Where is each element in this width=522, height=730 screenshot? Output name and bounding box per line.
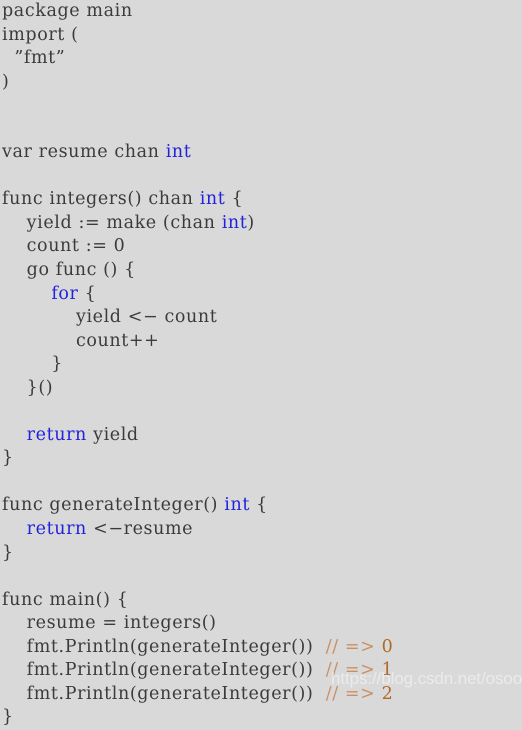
- code-lines-container: package main import ( ”fmt”) var resume c…: [0, 0, 522, 730]
- code-line: var resume chan int: [0, 141, 522, 165]
- code-line: }: [0, 706, 522, 730]
- code-token-plain: <−resume: [86, 519, 194, 540]
- code-line: return yield: [0, 424, 522, 448]
- code-token-plain: {: [249, 495, 268, 516]
- code-line: yield := make (chan int): [0, 212, 522, 236]
- code-token-cmt: // =>: [325, 660, 382, 681]
- code-token-plain: func integers() chan: [2, 189, 200, 210]
- code-token-plain: fmt.Println(generateInteger()): [2, 660, 326, 681]
- code-line: fmt.Println(generateInteger()) // => 2: [0, 683, 522, 707]
- code-token-kw: for: [51, 283, 79, 304]
- code-token-cmt: // =>: [325, 636, 382, 657]
- code-token-kw: return: [26, 424, 87, 445]
- code-token-plain: yield: [86, 424, 139, 445]
- code-token-cmtnum: 0: [381, 636, 394, 657]
- code-line: ”fmt”: [0, 47, 522, 71]
- code-line: go func () {: [0, 259, 522, 283]
- code-token-cmt: // =>: [325, 683, 382, 704]
- code-token-cmtnum: 2: [381, 683, 394, 704]
- code-line: count := 0: [0, 235, 522, 259]
- code-token-plain: fmt.Println(generateInteger()): [2, 636, 326, 657]
- code-token-cmtnum: 1: [381, 660, 394, 681]
- code-line: }(): [0, 377, 522, 401]
- code-token-plain: yield := make (chan: [2, 212, 222, 233]
- code-token-plain: count++: [2, 330, 160, 351]
- code-token-plain: package main: [2, 1, 133, 21]
- code-token-kw: int: [199, 189, 226, 210]
- code-token-kw: int: [221, 212, 248, 233]
- code-line: package main: [0, 0, 522, 24]
- code-token-plain: }(): [2, 377, 54, 398]
- code-token-plain: func generateInteger(): [2, 495, 225, 516]
- code-token-str: ”fmt”: [2, 48, 66, 69]
- code-line: import (: [0, 24, 522, 48]
- code-token-plain: fmt.Println(generateInteger()): [2, 683, 326, 704]
- code-token-plain: {: [225, 189, 244, 210]
- code-token-kw: return: [26, 519, 87, 540]
- code-token-plain: var resume chan: [2, 142, 166, 163]
- code-line: func generateInteger() int {: [0, 494, 522, 518]
- code-token-plain: resume = integers(): [2, 613, 217, 634]
- code-line: ): [0, 71, 522, 95]
- code-token-plain: }: [2, 707, 14, 728]
- code-token-plain: yield <− count: [2, 307, 218, 328]
- code-token-plain: ): [2, 71, 10, 92]
- code-token-plain: }: [2, 448, 14, 469]
- code-token-kw: int: [165, 142, 192, 163]
- code-token-plain: }: [2, 542, 14, 563]
- code-line: }: [0, 353, 522, 377]
- code-token-kw: int: [224, 495, 250, 516]
- code-line: return <−resume: [0, 518, 522, 542]
- code-token-plain: count := 0: [2, 236, 126, 257]
- code-line: func integers() chan int {: [0, 188, 522, 212]
- code-line: func main() {: [0, 589, 522, 613]
- code-token-plain: }: [2, 354, 64, 375]
- code-token-plain: func main() {: [2, 589, 129, 610]
- code-line: fmt.Println(generateInteger()) // => 1: [0, 659, 522, 683]
- code-token-plain: ): [247, 212, 255, 233]
- code-listing: package main import ( ”fmt”) var resume c…: [0, 0, 522, 727]
- code-line: fmt.Println(generateInteger()) // => 0: [0, 636, 522, 660]
- code-token-plain: import (: [2, 24, 79, 45]
- code-line: resume = integers(): [0, 612, 522, 636]
- code-line: for {: [0, 283, 522, 307]
- code-line: }: [0, 447, 522, 471]
- code-line: count++: [0, 330, 522, 354]
- code-token-plain: go func () {: [2, 260, 136, 281]
- code-line: }: [0, 542, 522, 566]
- code-token-plain: {: [78, 283, 97, 304]
- code-line: yield <− count: [0, 306, 522, 330]
